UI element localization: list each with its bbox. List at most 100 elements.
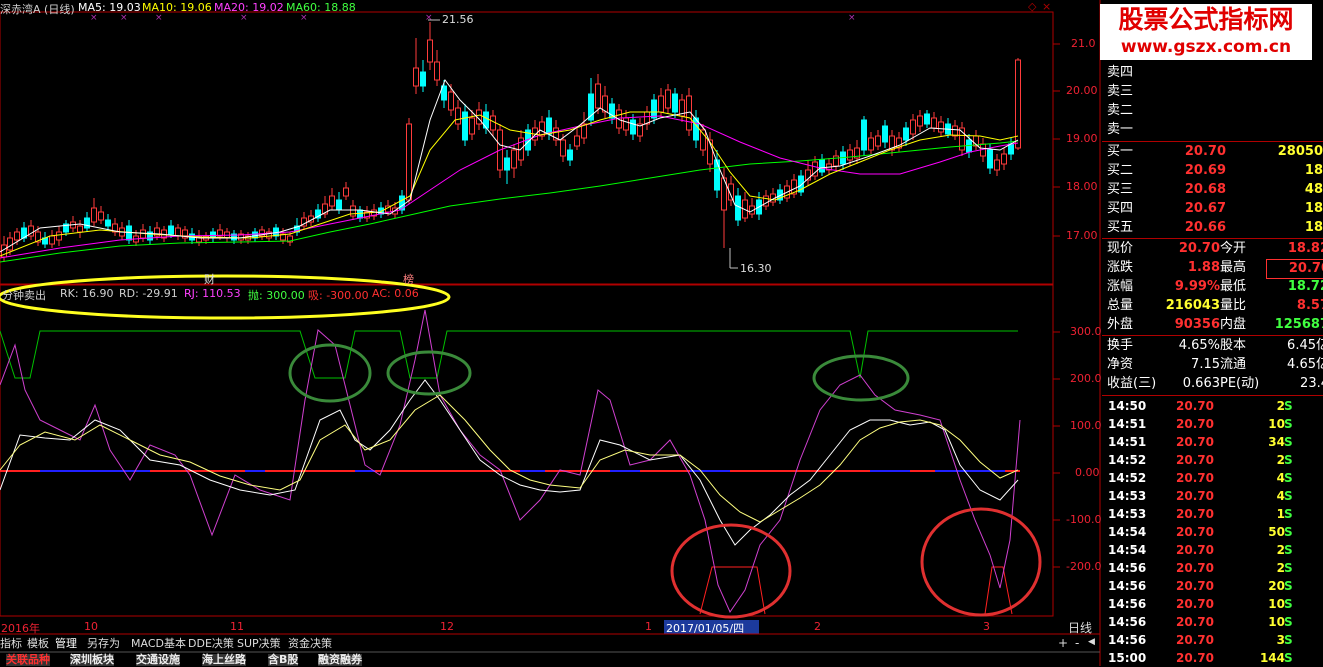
bottom-tab[interactable]: 融资融券: [318, 654, 362, 666]
tick-time: 14:56: [1108, 597, 1147, 611]
event-mark-bang[interactable]: 榜: [403, 271, 414, 287]
indicator-yellow-line: [0, 394, 1019, 523]
tick-side: S: [1284, 471, 1293, 485]
tick-side: S: [1284, 633, 1293, 647]
stat-row: 净资 7.15 流通 4.65亿: [1106, 356, 1323, 374]
svg-text:×: ×: [240, 13, 248, 23]
tick-row: 14:56 20.70 10 S: [1106, 595, 1323, 613]
price-axis-label: 19.00: [1066, 132, 1098, 145]
close-icon[interactable]: ×: [1042, 0, 1051, 13]
buy-level-price: 20.66: [1184, 220, 1226, 235]
candlesticks: [1, 22, 1021, 262]
price-axis-label: 20.00: [1066, 84, 1098, 97]
tick-time: 14:51: [1108, 417, 1147, 431]
indicator-xi: 吸: -300.00: [308, 289, 369, 302]
candle-body: [560, 139, 566, 157]
tick-time: 14:53: [1108, 507, 1147, 521]
event-mark-cai[interactable]: 财: [204, 271, 215, 287]
tick-price: 20.70: [1176, 615, 1214, 629]
tick-time: 14:52: [1108, 453, 1147, 467]
candle-body: [574, 135, 580, 147]
bottom-tab[interactable]: 含B股: [268, 654, 299, 666]
tick-price: 20.70: [1176, 633, 1214, 647]
bottom-tab[interactable]: 关联品种: [6, 654, 50, 666]
tick-side: S: [1284, 579, 1293, 593]
stat-value: 6.45亿: [1287, 338, 1323, 353]
stat-value: 0.663: [1182, 376, 1220, 391]
candle-body: [84, 217, 90, 229]
tick-row: 14:56 20.70 20 S: [1106, 577, 1323, 595]
tick-price: 20.70: [1176, 579, 1214, 593]
buy-level-label: 买三: [1107, 182, 1134, 197]
tick-time: 14:56: [1108, 633, 1147, 647]
sell-level-row: 卖二: [1106, 102, 1323, 120]
bottom-tab[interactable]: 交通设施: [136, 654, 180, 666]
candle-body: [735, 195, 741, 221]
stat-value: 18.72: [1287, 279, 1323, 294]
tick-row: 14:51 20.70 10 S: [1106, 415, 1323, 433]
stat-label: 流通: [1220, 357, 1247, 372]
tab-sup[interactable]: SUP决策: [237, 636, 281, 652]
period-label[interactable]: 日线: [1068, 619, 1092, 636]
stat-value: 23.4: [1300, 376, 1323, 391]
stat-value: 1.88: [1187, 260, 1220, 275]
tick-price: 20.70: [1176, 471, 1214, 485]
svg-text:×: ×: [120, 13, 128, 23]
tab-save-as[interactable]: 另存为: [87, 636, 120, 652]
candle-body: [98, 211, 104, 221]
tick-time: 14:54: [1108, 525, 1147, 539]
tick-row: 14:54 20.70 2 S: [1106, 541, 1323, 559]
buy-level-price: 20.67: [1184, 201, 1226, 216]
indicator-axis-label: 100.0: [1070, 419, 1102, 432]
bottom-tab[interactable]: 深圳板块: [70, 654, 114, 666]
indicator-ac: AC: 0.06: [372, 287, 419, 300]
stat-label: 涨跌: [1107, 260, 1134, 275]
tab-dde[interactable]: DDE决策: [188, 636, 234, 652]
indicator-white-line: [0, 379, 1019, 546]
zoom-in-button[interactable]: +: [1058, 636, 1068, 650]
zoom-out-button[interactable]: -: [1075, 636, 1079, 650]
candle-body: [917, 115, 923, 127]
buy-level-label: 买二: [1107, 163, 1134, 178]
tab-template[interactable]: 模板: [27, 636, 49, 652]
tick-time: 14:51: [1108, 435, 1147, 449]
stat-row: 换手 4.65% 股本 6.45亿: [1106, 337, 1323, 355]
scroll-left-button[interactable]: ◀: [1088, 637, 1095, 647]
buy-level-price: 20.68: [1184, 182, 1226, 197]
tick-side: S: [1284, 435, 1293, 449]
tick-price: 20.70: [1176, 651, 1214, 665]
tick-time: 14:54: [1108, 543, 1147, 557]
candle-body: [819, 159, 825, 173]
tick-price: 20.70: [1176, 597, 1214, 611]
stat-row: 总量 216043 量比 8.57: [1106, 297, 1323, 315]
stat-row: 收益(三) 0.663 PE(动) 23.4: [1106, 375, 1323, 393]
stat-label: 量比: [1220, 298, 1247, 313]
candle-body: [651, 99, 657, 119]
tick-row: 14:51 20.70 34 S: [1106, 433, 1323, 451]
stat-row: 外盘 90356 内盘 125687: [1106, 316, 1323, 334]
candle-body: [56, 231, 62, 241]
tab-fund[interactable]: 资金决策: [288, 636, 332, 652]
ma5-label: MA5: 19.03: [78, 1, 141, 14]
buy-level-price: 20.69: [1184, 163, 1226, 178]
buy-level-price: 20.70: [1184, 144, 1226, 159]
buy-level-row: 买五 20.66 18: [1106, 219, 1323, 237]
tick-row: 14:54 20.70 50 S: [1106, 523, 1323, 541]
candle-body: [350, 205, 356, 217]
tick-volume: 144: [1259, 651, 1285, 665]
stat-label: 总量: [1107, 298, 1134, 313]
tab-manage[interactable]: 管理: [55, 636, 77, 652]
diamond-icon[interactable]: ◇: [1028, 0, 1036, 13]
candle-body: [427, 39, 433, 63]
svg-text:×: ×: [155, 13, 163, 23]
indicator-green-line: [0, 330, 1018, 379]
indicator-name[interactable]: 分钟卖出: [2, 287, 46, 303]
watermark-box: 股票公式指标网 www.gszx.com.cn: [1100, 4, 1312, 60]
stat-label: 外盘: [1107, 317, 1134, 332]
candle-body: [875, 135, 881, 147]
tab-macd[interactable]: MACD基本: [131, 636, 186, 652]
bottom-tab[interactable]: 海上丝路: [202, 654, 246, 666]
time-axis-label: 11: [230, 620, 244, 633]
tab-indicator[interactable]: 指标: [0, 636, 22, 652]
tick-price: 20.70: [1176, 507, 1214, 521]
